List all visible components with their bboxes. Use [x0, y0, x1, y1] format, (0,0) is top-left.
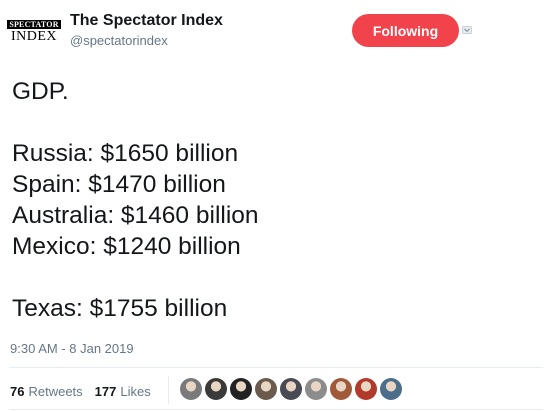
liker-avatar[interactable] — [205, 378, 227, 400]
retweets-count: 76 — [10, 384, 25, 399]
author-display-name[interactable]: The Spectator Index — [70, 11, 223, 31]
tweet-line: Texas: $1755 billion — [12, 295, 228, 322]
tweet-line: Russia: $1650 billion — [12, 140, 239, 167]
avatar-logo-top: SPECTATOR — [7, 20, 61, 29]
tweet-card: SPECTATOR INDEX The Spectator Index @spe… — [0, 0, 553, 411]
retweets-label: Retweets — [28, 384, 83, 399]
tweet-line: Spain: $1470 billion — [12, 171, 226, 198]
following-button[interactable]: Following — [352, 14, 459, 47]
liker-avatar[interactable] — [230, 378, 252, 400]
avatar-logo-bottom: INDEX — [10, 29, 58, 44]
caret-down-icon[interactable] — [462, 26, 472, 34]
liker-avatar[interactable] — [255, 378, 277, 400]
tweet-line — [12, 262, 542, 293]
likes-label: Likes — [120, 384, 151, 399]
author-names: The Spectator Index @spectatorindex — [70, 11, 223, 51]
likes-stat[interactable]: 177 Likes — [95, 384, 151, 399]
liker-avatar[interactable] — [355, 378, 377, 400]
retweets-stat[interactable]: 76 Retweets — [10, 384, 83, 399]
tweet-line: Australia: $1460 billion — [12, 202, 259, 229]
liker-avatar[interactable] — [180, 378, 202, 400]
tweet-line: GDP. — [12, 78, 69, 105]
liker-avatar[interactable] — [330, 378, 352, 400]
tweet-stats: 76 Retweets 177 Likes — [10, 384, 151, 399]
author-handle[interactable]: @spectatorindex — [70, 31, 223, 51]
liker-avatar[interactable] — [380, 378, 402, 400]
tweet-line: Mexico: $1240 billion — [12, 233, 241, 260]
divider — [10, 367, 543, 368]
liker-avatars — [180, 378, 402, 400]
divider — [10, 409, 543, 410]
liker-avatar[interactable] — [280, 378, 302, 400]
tweet-text: GDP. Russia: $1650 billion Spain: $1470 … — [12, 76, 542, 324]
tweet-timestamp[interactable]: 9:30 AM - 8 Jan 2019 — [10, 341, 134, 356]
stats-separator — [168, 376, 169, 404]
avatar[interactable]: SPECTATOR INDEX — [7, 16, 61, 48]
likes-count: 177 — [94, 384, 117, 399]
tweet-line — [12, 107, 542, 138]
liker-avatar[interactable] — [305, 378, 327, 400]
